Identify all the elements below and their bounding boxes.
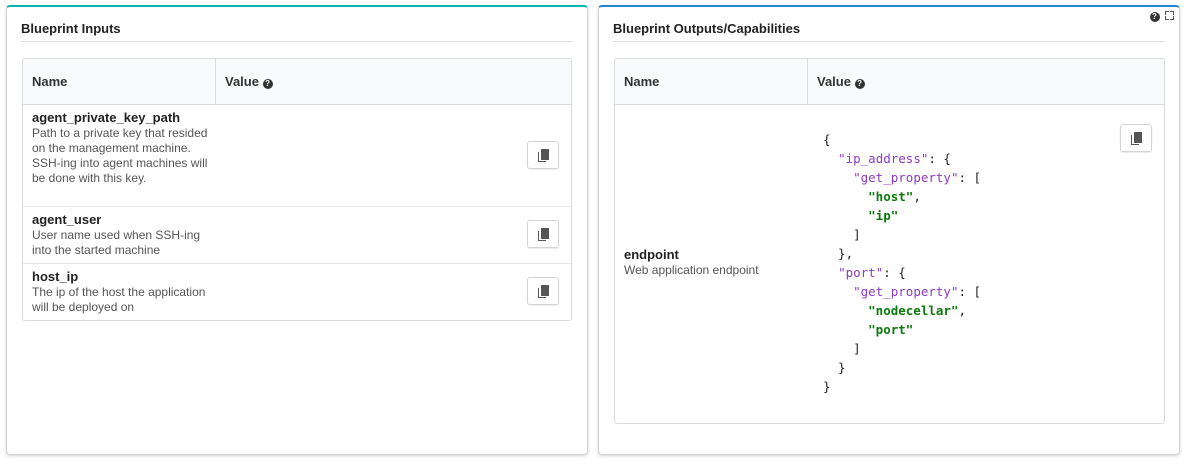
blueprint-outputs-widget: ? Blueprint Outputs/Capabilities Name Va… <box>598 5 1180 455</box>
inputs-table: Name Value ? agent_private_key_path Path… <box>22 58 572 321</box>
input-description: Path to a private key that resided on th… <box>32 126 208 185</box>
question-circle-icon[interactable]: ? <box>854 79 865 89</box>
table-row: host_ip The ip of the host the applicati… <box>23 264 571 320</box>
table-header: Name Value ? <box>615 59 1164 105</box>
outputs-table: Name Value ? endpoint Web application en… <box>614 58 1165 424</box>
column-header-value[interactable]: Value ? <box>808 59 865 104</box>
copy-icon <box>538 285 550 298</box>
column-header-name[interactable]: Name <box>23 59 216 104</box>
blueprint-inputs-widget: Blueprint Inputs Name Value ? agent_priv… <box>6 5 588 455</box>
copy-button[interactable] <box>527 277 559 305</box>
output-description: Web application endpoint <box>624 263 759 277</box>
input-name: host_ip <box>32 269 79 284</box>
input-description: The ip of the host the application will … <box>32 285 206 314</box>
input-name: agent_private_key_path <box>32 110 181 125</box>
copy-icon <box>538 149 550 162</box>
output-value-json: { "ip_address": { "get_property": [ "hos… <box>823 132 982 394</box>
column-header-value[interactable]: Value ? <box>216 59 273 104</box>
table-row: agent_user User name used when SSH-ing i… <box>23 207 571 264</box>
copy-button[interactable] <box>1120 124 1152 152</box>
copy-icon <box>1131 132 1143 145</box>
column-header-name[interactable]: Name <box>615 59 808 104</box>
widget-title: Blueprint Inputs <box>21 19 573 42</box>
table-row: endpoint Web application endpoint { "ip_… <box>615 105 1164 423</box>
question-circle-icon[interactable]: ? <box>262 79 273 89</box>
input-description: User name used when SSH-ing into the sta… <box>32 228 201 257</box>
expand-icon <box>1165 11 1174 20</box>
table-row: agent_private_key_path Path to a private… <box>23 105 571 207</box>
widget-title: Blueprint Outputs/Capabilities <box>613 19 1165 42</box>
table-header: Name Value ? <box>23 59 571 105</box>
copy-button[interactable] <box>527 141 559 169</box>
maximize-button[interactable] <box>1164 11 1175 22</box>
copy-icon <box>538 228 550 241</box>
copy-button[interactable] <box>527 220 559 248</box>
input-name: agent_user <box>32 212 102 227</box>
output-name: endpoint <box>624 247 679 262</box>
